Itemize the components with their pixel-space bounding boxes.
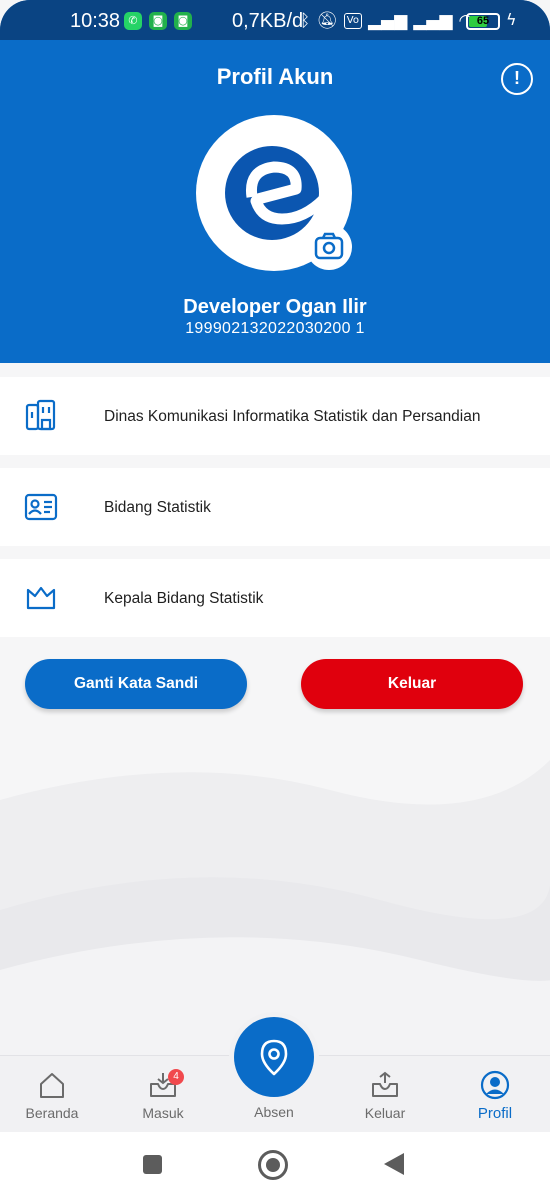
nav-item-beranda[interactable]: Beranda: [7, 1056, 97, 1133]
profile-header: Profil Akun ! Developer Ogan Ilir 199902…: [0, 40, 550, 363]
id-card-icon: [24, 493, 58, 521]
signal-icon: ▂▄▆: [367, 11, 408, 31]
inbox-badge: 4: [168, 1069, 184, 1085]
info-icon[interactable]: !: [501, 63, 533, 95]
page-title: Profil Akun: [216, 64, 334, 89]
mute-icon: 🔕︎: [316, 11, 338, 31]
android-app-icon: ◙: [174, 12, 192, 30]
attendance-button[interactable]: [234, 1017, 314, 1097]
profile-icon: [480, 1070, 510, 1100]
recents-button[interactable]: [143, 1155, 162, 1174]
change-photo-button[interactable]: [306, 224, 352, 270]
bluetooth-icon: ᛒ: [300, 11, 311, 31]
division-row: Bidang Statistik: [0, 468, 550, 546]
division-text: Bidang Statistik: [104, 499, 211, 516]
nav-label-beranda: Beranda: [25, 1105, 79, 1121]
logout-button[interactable]: Keluar: [301, 659, 523, 709]
android-app-icon: ◙: [149, 12, 167, 30]
position-row: Kepala Bidang Statistik: [0, 559, 550, 637]
volte-icon: Vo: [343, 13, 362, 29]
nav-item-profil[interactable]: Profil: [450, 1056, 540, 1133]
whatsapp-icon: ✆: [124, 12, 142, 30]
nav-label-keluar: Keluar: [364, 1105, 406, 1121]
change-password-button[interactable]: Ganti Kata Sandi: [25, 659, 247, 709]
camera-icon: [314, 232, 344, 260]
status-time: 10:38: [70, 10, 121, 32]
agency-row: Dinas Komunikasi Informatika Statistik d…: [0, 377, 550, 455]
battery-level: 65: [476, 15, 490, 27]
agency-text: Dinas Komunikasi Informatika Statistik d…: [104, 408, 481, 425]
home-icon: [40, 1073, 64, 1098]
home-button[interactable]: [258, 1150, 288, 1180]
crown-icon: [26, 586, 56, 610]
nav-label-masuk: Masuk: [142, 1105, 184, 1121]
system-nav-bar: [0, 1132, 550, 1192]
user-name: Developer Ogan Ilir: [183, 296, 367, 318]
outbox-icon: [372, 1071, 398, 1097]
nav-item-masuk[interactable]: 4 Masuk: [118, 1056, 208, 1133]
building-icon: [25, 399, 56, 431]
status-icons: ᛒ 🔕︎ Vo ▂▄▆ ▂▄▆ ◠: [300, 10, 473, 32]
battery-icon: 65: [466, 13, 500, 30]
status-bar: 10:38 ✆ ◙ ◙ 0,7KB/d ᛒ 🔕︎ Vo ▂▄▆ ▂▄▆ ◠ 65…: [0, 0, 550, 40]
signal-icon: ▂▄▆: [413, 11, 453, 31]
network-speed: 0,7KB/d: [232, 10, 304, 32]
nav-item-keluar[interactable]: Keluar: [340, 1056, 430, 1133]
charging-icon: ϟ: [506, 10, 517, 29]
back-button[interactable]: [384, 1153, 404, 1175]
position-text: Kepala Bidang Statistik: [104, 590, 264, 607]
phone-screen: 10:38 ✆ ◙ ◙ 0,7KB/d ᛒ 🔕︎ Vo ▂▄▆ ▂▄▆ ◠ 65…: [0, 0, 550, 1192]
user-nip: 199902132022030200 1: [185, 320, 365, 337]
background-waves: [0, 760, 550, 1055]
location-pin-icon: [260, 1039, 288, 1076]
nav-label-absen: Absen: [254, 1104, 294, 1120]
nav-label-profil: Profil: [477, 1105, 513, 1122]
